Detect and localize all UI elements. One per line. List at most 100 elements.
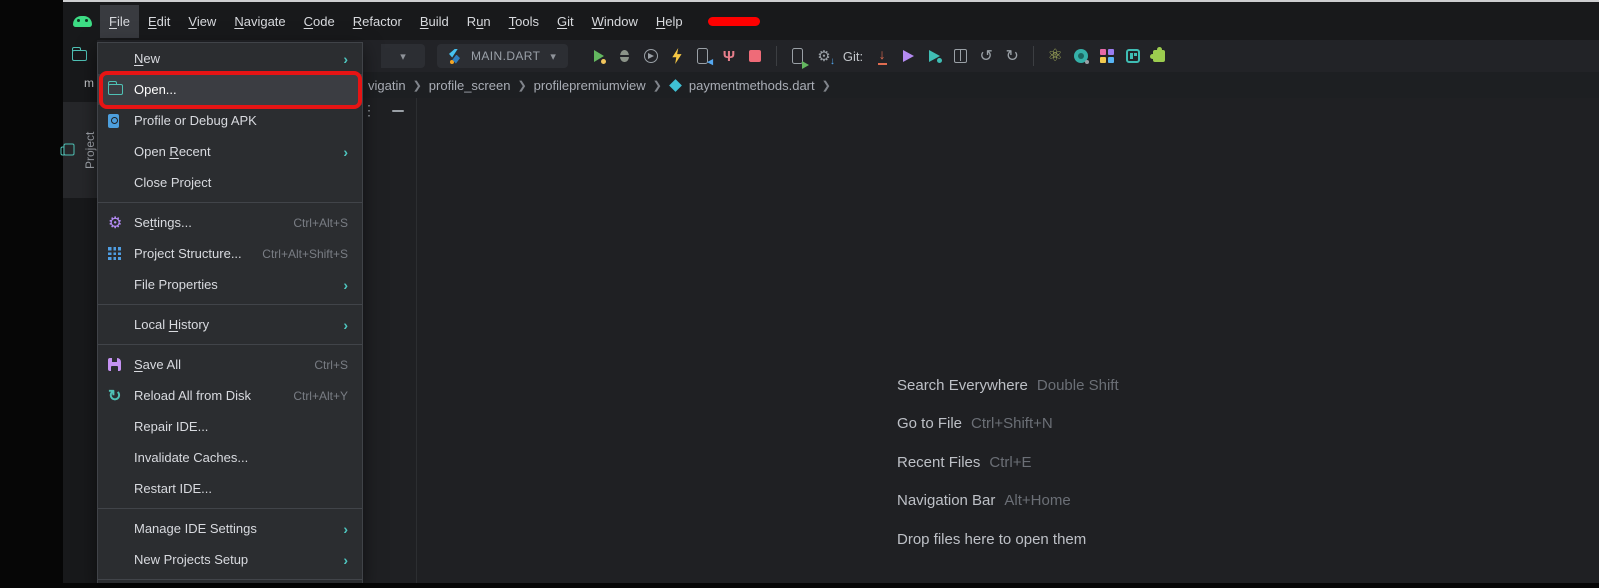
menubar-item-navigate[interactable]: Navigate [225,5,294,38]
menu-separator [98,508,362,509]
menubar-item-tools[interactable]: Tools [500,5,548,38]
attach-debugger-button[interactable]: ◂ [694,46,712,66]
lightning-icon [671,48,682,64]
arrow-down-badge-icon: ↓ [830,57,835,67]
main-menubar: FileEditViewNavigateCodeRefactorBuildRun… [63,2,1599,40]
app-insights-button[interactable] [1124,46,1142,66]
shortcut-hint-row: Go to File Ctrl+Shift+N [897,405,1119,444]
menu-item-shortcut: Ctrl+Alt+Shift+S [262,247,348,261]
file-menu-item-new-projects-setup[interactable]: New Projects Setup› [98,544,362,575]
menu-item-icon-slot [108,114,134,128]
menu-item-shortcut: Ctrl+S [314,358,348,372]
editor-shortcut-hints: Search EverywhereDouble ShiftGo to FileC… [897,366,1119,559]
folder-icon[interactable] [72,50,87,61]
file-menu-item-reload-all-from-disk[interactable]: ↻Reload All from DiskCtrl+Alt+Y [98,380,362,411]
project-structure-icon [108,247,121,260]
menubar-item-window[interactable]: Window [583,5,647,38]
breadcrumb-item[interactable]: profile_screen [429,78,511,93]
hot-reload-button[interactable] [668,46,686,66]
file-menu-item-repair-ide[interactable]: Repair IDE... [98,411,362,442]
git-push-button[interactable] [899,46,917,66]
menubar-item-view[interactable]: View [179,5,225,38]
run-configuration-dropdown[interactable]: MAIN.DART ▾ [437,44,568,68]
search-icon [1074,49,1088,63]
search-everywhere-button[interactable] [1072,46,1090,66]
git-update-button[interactable]: ↓ [873,46,891,66]
drop-files-hint-label: Drop files here to open them [897,531,1086,548]
file-menu-item-settings[interactable]: ⚙Settings...Ctrl+Alt+S [98,207,362,238]
file-menu-item-new[interactable]: New› [98,43,362,74]
file-menu-item-invalidate-caches[interactable]: Invalidate Caches... [98,442,362,473]
breadcrumb-item[interactable]: paymentmethods.dart [689,78,815,93]
menubar-item-file[interactable]: File [100,5,139,38]
shortcut-hint-keys: Ctrl+Shift+N [971,415,1053,432]
resource-manager-button[interactable] [1098,46,1116,66]
screenshot-stage: FileEditViewNavigateCodeRefactorBuildRun… [0,0,1599,588]
file-menu-item-profile-or-debug-apk[interactable]: Profile or Debug APK [98,105,362,136]
minimize-icon[interactable] [392,110,404,112]
submenu-arrow-icon: › [343,277,348,293]
submenu-arrow-icon: › [343,521,348,537]
run-button-icon [594,50,604,62]
menubar-item-refactor[interactable]: Refactor [344,5,411,38]
shortcut-hint-row: Recent FilesCtrl+E [897,443,1119,482]
menubar-item-git[interactable]: Git [548,5,583,38]
menu-item-icon-slot [108,247,134,260]
menu-item-label: Save All [134,357,314,372]
file-menu-item-restart-ide[interactable]: Restart IDE... [98,473,362,504]
sidebar-item-project[interactable]: Project [63,102,97,198]
menu-item-label: Profile or Debug APK [134,113,348,128]
file-menu-item-open-recent[interactable]: Open Recent› [98,136,362,167]
history-back-button[interactable]: ↺ [977,46,995,66]
history-forward-button[interactable]: ↻ [1003,46,1021,66]
device-selector-dropdown[interactable]: ▾ [381,44,425,68]
file-menu-item-save-all[interactable]: Save AllCtrl+S [98,349,362,380]
breadcrumb-item[interactable]: profilepremiumview [534,78,646,93]
menu-item-shortcut: Ctrl+Alt+S [293,216,348,230]
menu-item-label: New Projects Setup [134,552,343,567]
file-menu-item-close-project[interactable]: Close Project [98,167,362,198]
book-icon [954,49,967,63]
apk-file-icon [108,114,119,128]
refresh-icon: ↻ [108,386,121,406]
menubar-item-help[interactable]: Help [647,5,692,38]
plugins-button[interactable] [1150,46,1168,66]
menu-item-icon-slot [108,84,134,95]
menubar-item-build[interactable]: Build [411,5,458,38]
breadcrumb-separator-icon: ❯ [653,79,662,92]
menu-item-label: Invalidate Caches... [134,450,348,465]
stop-icon [749,50,761,62]
breadcrumb-item[interactable]: vigatin [368,78,406,93]
menubar-item-code[interactable]: Code [295,5,344,38]
file-menu-item-local-history[interactable]: Local History› [98,309,362,340]
file-menu-item-file-properties[interactable]: File Properties› [98,269,362,300]
menu-separator [98,304,362,305]
shortcut-hint-label: Go to File [897,415,962,432]
git-commit-button[interactable] [925,46,943,66]
submenu-arrow-icon: › [343,144,348,160]
sdk-manager-button[interactable]: ⚙↓ [815,46,833,66]
menu-item-label: Local History [134,317,343,332]
file-menu-item-open[interactable]: Open... [98,74,362,105]
flutter-attach-button[interactable]: Ψ [720,46,738,66]
menu-item-icon-slot: ⚙ [108,213,134,233]
badge-icon [802,61,809,69]
menu-item-label: Restart IDE... [134,481,348,496]
menu-item-icon-slot [108,358,134,371]
changes-view-button[interactable] [951,46,969,66]
profile-button[interactable] [642,46,660,66]
file-menu-item-manage-ide-settings[interactable]: Manage IDE Settings› [98,513,362,544]
kebab-menu-icon[interactable]: ⋮ [362,102,376,119]
floppy-disk-icon [108,358,121,371]
bug-icon [620,50,629,62]
device-manager-button[interactable] [789,46,807,66]
stop-button[interactable] [746,46,764,66]
devtools-button[interactable]: ⚛ [1046,46,1064,66]
debug-button[interactable] [616,46,634,66]
menubar-item-run[interactable]: Run [458,5,500,38]
folder-icon [64,144,75,156]
menubar-item-edit[interactable]: Edit [139,5,179,38]
run-button[interactable] [590,46,608,66]
file-menu-item-project-structure[interactable]: Project Structure...Ctrl+Alt+Shift+S [98,238,362,269]
toolbar-inner: ▾ MAIN.DART ▾ ◂Ψ⚙↓Git:↓↺↻⚛ [381,40,1168,72]
